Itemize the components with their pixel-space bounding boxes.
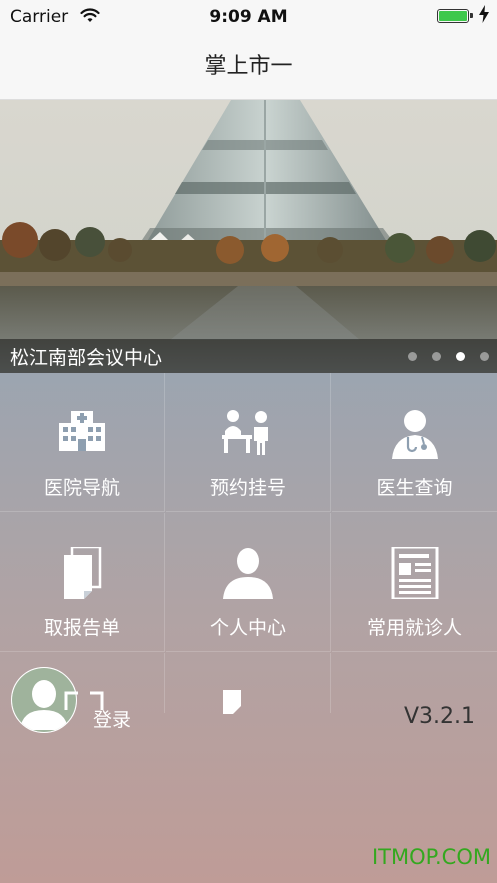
- menu-label: 常用就诊人: [366, 617, 462, 639]
- status-bar: Carrier 9:09 AM: [0, 0, 497, 34]
- person-icon: [166, 547, 330, 599]
- version-label: V3.2.1: [403, 704, 475, 729]
- menu-item-appointment[interactable]: 预约挂号: [166, 373, 331, 512]
- login-button[interactable]: 登录: [93, 705, 131, 732]
- battery-icon: [437, 9, 473, 23]
- banner-image: [0, 100, 497, 373]
- carousel-dot[interactable]: [432, 352, 441, 361]
- menu-item-personal-center[interactable]: 个人中心: [166, 513, 331, 652]
- document-icon: [223, 690, 241, 714]
- menu-item-frequent-patients[interactable]: 常用就诊人: [332, 513, 497, 652]
- nav-bar: 掌上市一: [0, 34, 497, 100]
- menu-item-doctor-search[interactable]: 医生查询: [332, 373, 497, 512]
- doctor-icon: [332, 407, 497, 459]
- menu-item-hospital-navigation[interactable]: 医院导航: [0, 373, 165, 512]
- registration-desk-icon: [166, 407, 330, 459]
- patient-list-icon: [332, 547, 497, 599]
- menu-label: 取报告单: [43, 617, 120, 639]
- carousel-dot[interactable]: [456, 352, 465, 361]
- banner-carousel[interactable]: 松江南部会议中心: [0, 100, 497, 373]
- menu-label: 医院导航: [43, 477, 120, 499]
- page-title: 掌上市一: [204, 54, 293, 79]
- clock: 9:09 AM: [209, 7, 288, 27]
- report-document-icon: [0, 547, 164, 599]
- hospital-building-icon: [0, 407, 164, 459]
- menu-label: 医生查询: [376, 477, 453, 499]
- carousel-dot[interactable]: [408, 352, 417, 361]
- carousel-dot[interactable]: [480, 352, 489, 361]
- menu-label: 个人中心: [209, 617, 286, 639]
- banner-caption: 松江南部会议中心: [10, 347, 163, 369]
- menu-grid: 医院导航 预约挂号 医生查询 取报告单 个人中心 常用就诊人: [0, 373, 497, 713]
- charging-icon: [479, 5, 489, 28]
- menu-item-reports[interactable]: 取报告单: [0, 513, 165, 652]
- banner-caption-bar: 松江南部会议中心: [0, 339, 497, 373]
- page-indicator[interactable]: [408, 352, 489, 361]
- menu-label: 预约挂号: [209, 477, 286, 499]
- menu-cell-empty: [166, 653, 331, 713]
- watermark: ITMOP.COM: [371, 845, 491, 869]
